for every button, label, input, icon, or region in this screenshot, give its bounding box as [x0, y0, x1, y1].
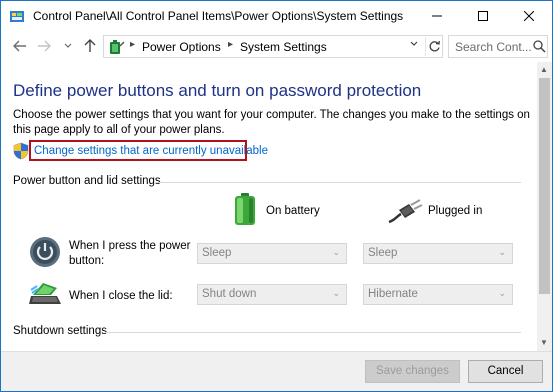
page-description: Choose the power settings that you want …	[13, 109, 530, 136]
back-button[interactable]	[11, 37, 29, 55]
section-heading-power-buttons: Power button and lid settings	[13, 175, 161, 187]
select-value: Sleep	[368, 247, 398, 259]
up-button[interactable]	[81, 37, 99, 55]
search-placeholder: Search Cont...	[455, 40, 532, 54]
lid-plugged-in-select[interactable]: Hibernate ⌄	[363, 284, 513, 305]
search-input[interactable]: Search Cont...	[448, 35, 548, 58]
arrow-up-icon	[84, 39, 96, 52]
highlight-annotation	[29, 140, 247, 161]
power-button-icon	[29, 236, 61, 268]
scroll-down-arrow-icon[interactable]: ▼	[540, 338, 548, 347]
forward-button[interactable]	[35, 37, 53, 55]
title-bar: Control Panel\All Control Panel Items\Po…	[1, 1, 552, 31]
address-history-dropdown[interactable]	[410, 39, 418, 49]
chevron-down-icon	[64, 43, 72, 48]
arrow-right-icon	[38, 40, 51, 52]
close-icon	[524, 11, 534, 21]
breadcrumb-separator[interactable]: ▸	[130, 39, 135, 50]
page-title: Define power buttons and turn on passwor…	[13, 81, 422, 100]
minimize-icon	[432, 15, 442, 17]
chevron-down-icon: ⌄	[498, 247, 506, 257]
power-button-on-battery-select[interactable]: Sleep ⌄	[197, 243, 347, 264]
battery-icon	[233, 192, 257, 226]
power-options-icon	[108, 38, 126, 56]
control-panel-icon	[9, 8, 25, 24]
window-title: Control Panel\All Control Panel Items\Po…	[33, 9, 404, 23]
vertical-scrollbar[interactable]: ▲ ▼	[537, 62, 552, 351]
section-divider	[105, 332, 521, 333]
chevron-down-icon	[410, 41, 418, 46]
section-heading-shutdown: Shutdown settings	[13, 325, 107, 337]
close-button[interactable]	[506, 1, 552, 31]
breadcrumb-separator[interactable]: ▸	[228, 39, 233, 50]
power-button-row-label: When I press the power button:	[69, 240, 191, 267]
lid-row-label: When I close the lid:	[69, 290, 173, 302]
recent-locations-button[interactable]	[59, 37, 77, 55]
section-divider	[155, 182, 521, 183]
scroll-up-arrow-icon[interactable]: ▲	[540, 65, 548, 74]
power-plug-icon	[387, 198, 423, 224]
arrow-left-icon	[13, 40, 26, 52]
power-button-plugged-in-select[interactable]: Sleep ⌄	[363, 243, 513, 264]
cancel-button[interactable]: Cancel	[468, 360, 543, 383]
main-content: Define power buttons and turn on passwor…	[1, 62, 537, 351]
address-bar[interactable]: ▸ Power Options ▸ System Settings	[103, 35, 443, 58]
select-value: Sleep	[202, 247, 232, 259]
breadcrumb-system-settings[interactable]: System Settings	[240, 40, 327, 54]
laptop-lid-icon	[27, 280, 63, 308]
system-settings-window: Control Panel\All Control Panel Items\Po…	[0, 0, 553, 392]
select-value: Hibernate	[368, 288, 418, 300]
scrollbar-thumb[interactable]	[539, 78, 550, 294]
lid-on-battery-select[interactable]: Shut down ⌄	[197, 284, 347, 305]
refresh-button[interactable]	[425, 37, 441, 56]
navigation-bar: ▸ Power Options ▸ System Settings Search…	[1, 31, 552, 61]
chevron-down-icon: ⌄	[332, 288, 340, 298]
uac-shield-icon	[13, 142, 29, 160]
save-changes-button[interactable]: Save changes	[365, 360, 460, 383]
breadcrumb-power-options[interactable]: Power Options	[142, 40, 221, 54]
maximize-icon	[478, 11, 488, 21]
dialog-footer: Save changes Cancel	[1, 351, 552, 391]
chevron-down-icon: ⌄	[498, 288, 506, 298]
select-value: Shut down	[202, 288, 257, 300]
search-icon	[533, 40, 546, 53]
maximize-button[interactable]	[460, 1, 506, 31]
minimize-button[interactable]	[414, 1, 460, 31]
chevron-down-icon: ⌄	[332, 247, 340, 257]
column-header-plugged-in: Plugged in	[428, 205, 483, 217]
column-header-on-battery: On battery	[266, 205, 320, 217]
refresh-icon	[429, 40, 440, 52]
